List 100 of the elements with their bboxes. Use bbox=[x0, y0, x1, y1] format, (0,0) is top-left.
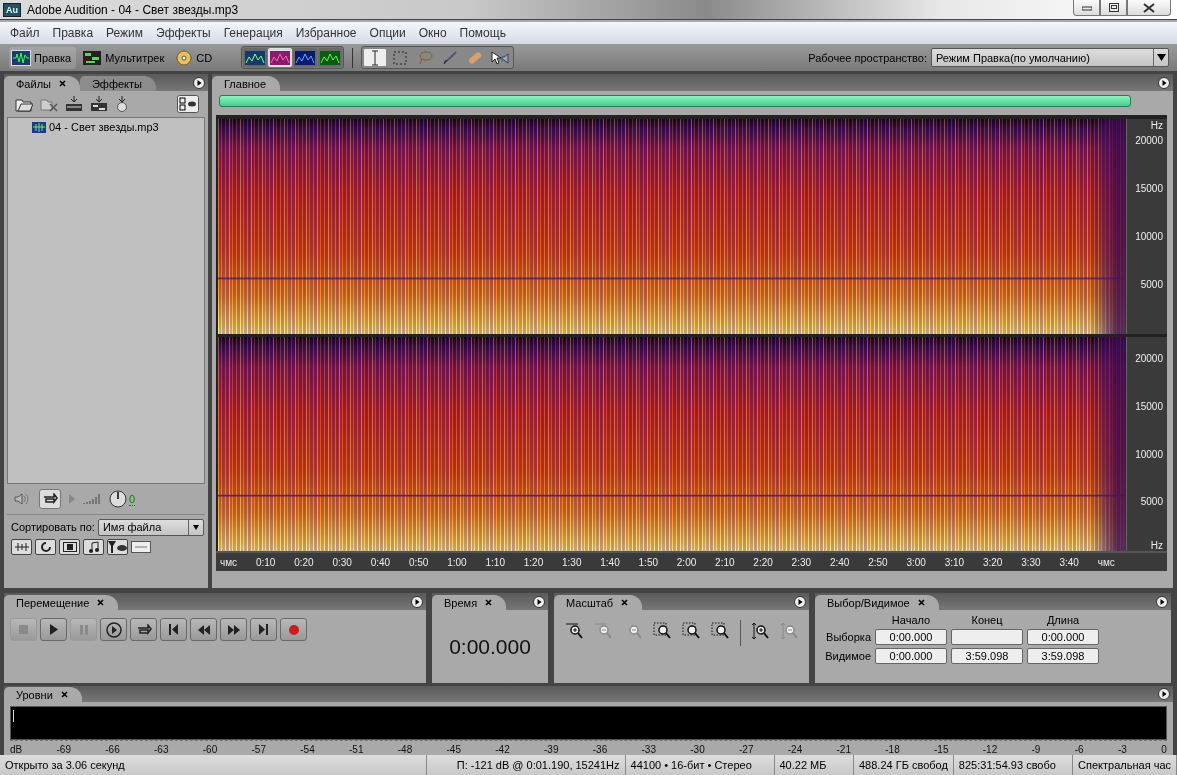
spectrum-icon bbox=[320, 50, 341, 65]
time-field[interactable] bbox=[951, 629, 1023, 645]
view-button[interactable] bbox=[268, 48, 293, 67]
time-field[interactable]: 3:59.098 bbox=[1027, 648, 1099, 664]
transport-button[interactable] bbox=[130, 618, 157, 641]
loop-button[interactable] bbox=[39, 489, 61, 509]
speaker-icon[interactable] bbox=[13, 492, 31, 506]
scale-label: -12 bbox=[982, 744, 998, 755]
scale-label: -36 bbox=[592, 744, 608, 755]
close-button[interactable] bbox=[1127, 0, 1171, 16]
filter-button[interactable] bbox=[35, 539, 56, 555]
loop-icon bbox=[135, 623, 152, 636]
scale-label: -60 bbox=[202, 744, 218, 755]
mode-button[interactable]: Мультитрек bbox=[80, 46, 170, 69]
mode-button[interactable]: Правка bbox=[9, 46, 77, 69]
mode-button[interactable]: CD bbox=[173, 46, 218, 69]
menu-item[interactable]: Опции bbox=[363, 26, 413, 40]
filter-button[interactable] bbox=[59, 539, 80, 555]
waveform-icon bbox=[12, 50, 30, 65]
ruler-label: 0:20 bbox=[294, 556, 314, 568]
time-field[interactable]: 0:00.000 bbox=[875, 648, 947, 664]
panel-tab[interactable]: Файлы bbox=[4, 76, 80, 91]
panel-menu-icon[interactable] bbox=[1158, 688, 1170, 700]
axis-label: 5000 bbox=[1140, 495, 1163, 507]
panel-menu-icon[interactable] bbox=[193, 76, 205, 89]
transport-button[interactable] bbox=[250, 618, 277, 641]
panel-menu-icon[interactable] bbox=[794, 595, 806, 608]
zoom-button[interactable] bbox=[749, 620, 770, 642]
minimize-button[interactable] bbox=[1073, 0, 1100, 16]
scale-label: -15 bbox=[934, 744, 949, 755]
time-field[interactable]: 0:00.000 bbox=[875, 629, 947, 645]
time-field[interactable]: 3:59.098 bbox=[951, 648, 1023, 664]
panel-menu-icon[interactable] bbox=[533, 595, 545, 608]
menu-item[interactable]: Помощь bbox=[453, 26, 513, 40]
transport-button[interactable] bbox=[220, 618, 247, 641]
insert-multitrack-icon[interactable] bbox=[90, 96, 108, 112]
panel-tab[interactable]: Уровни bbox=[4, 687, 82, 702]
record-icon bbox=[288, 624, 299, 635]
axis-label: 10000 bbox=[1135, 448, 1163, 460]
menu-item[interactable]: Правка bbox=[46, 26, 101, 40]
transport-button[interactable] bbox=[100, 618, 127, 641]
panel-tab[interactable]: Выбор/Видимое bbox=[815, 595, 939, 610]
view-button[interactable] bbox=[318, 48, 343, 67]
filter-button[interactable] bbox=[107, 539, 128, 555]
spectrogram-picture[interactable] bbox=[218, 336, 1126, 551]
menu-item[interactable]: Избранное bbox=[289, 26, 364, 40]
zoom-selection-icon bbox=[652, 622, 671, 640]
pause-icon bbox=[79, 624, 88, 635]
axis-label: 10000 bbox=[1135, 230, 1163, 242]
panel-tab[interactable]: Перемещение bbox=[4, 595, 119, 610]
film-icon bbox=[62, 542, 77, 552]
scale-label: 0 bbox=[1161, 744, 1167, 755]
editor-tab[interactable]: Главное bbox=[212, 76, 281, 91]
filter-eye-icon bbox=[107, 541, 128, 553]
ruler-label: 3:10 bbox=[944, 556, 965, 568]
view-button[interactable] bbox=[293, 48, 318, 67]
panel-menu-icon[interactable] bbox=[411, 595, 423, 608]
spectrogram-picture[interactable] bbox=[218, 119, 1126, 334]
transport-button[interactable] bbox=[190, 618, 217, 641]
scale-label: -66 bbox=[105, 744, 120, 755]
scale-label: -33 bbox=[641, 744, 656, 755]
menu-item[interactable]: Окно bbox=[412, 26, 454, 40]
volume-knob-icon[interactable] bbox=[109, 490, 127, 508]
ruler-label: чмс bbox=[220, 556, 238, 568]
vertical-zoom-out-icon bbox=[779, 622, 798, 640]
insert-waveform-icon[interactable] bbox=[65, 96, 83, 112]
waveform-icon bbox=[14, 542, 29, 552]
maximize-button[interactable] bbox=[1100, 0, 1127, 16]
menu-item[interactable]: Файл bbox=[4, 26, 47, 40]
panel-menu-icon[interactable] bbox=[1158, 76, 1170, 89]
skip-back-icon bbox=[169, 624, 178, 635]
overview-bar[interactable] bbox=[219, 95, 1131, 107]
panel-tab[interactable]: Время bbox=[432, 595, 507, 610]
time-field[interactable]: 0:00.000 bbox=[1027, 629, 1099, 645]
status-text: 44100 • 16-бит • Стерео bbox=[625, 755, 775, 775]
scale-label: -57 bbox=[251, 744, 266, 755]
close-file-icon[interactable] bbox=[40, 96, 58, 112]
panel-tab[interactable]: Масштаб bbox=[554, 595, 643, 610]
sort-dropdown[interactable]: Имя файла bbox=[97, 518, 204, 536]
scale-label: -45 bbox=[446, 744, 461, 755]
filter-button[interactable] bbox=[11, 539, 32, 555]
time-display: 0:00.000 bbox=[449, 634, 531, 659]
menu-item[interactable]: Эффекты bbox=[150, 26, 218, 40]
panel-tab[interactable]: Эффекты bbox=[79, 76, 156, 91]
show-options-icon[interactable] bbox=[177, 95, 199, 113]
menu-item[interactable]: Режим bbox=[100, 26, 151, 40]
transport-button[interactable] bbox=[40, 618, 67, 641]
axis-label: 20000 bbox=[1135, 134, 1163, 146]
workspace-dropdown[interactable]: Режим Правка(по умолчанию) bbox=[931, 48, 1169, 67]
panel-menu-icon[interactable] bbox=[1156, 595, 1168, 608]
folder-path-icon[interactable] bbox=[131, 541, 151, 553]
file-item[interactable]: 04 - Свет звезды.mp3 bbox=[8, 121, 204, 133]
open-folder-icon[interactable] bbox=[15, 96, 33, 112]
dropdown-arrow-icon bbox=[192, 524, 199, 530]
menu-item[interactable]: Генерация bbox=[217, 26, 290, 40]
filter-button[interactable] bbox=[83, 539, 104, 555]
view-button[interactable] bbox=[243, 48, 268, 67]
time-ruler[interactable]: чмс 0:10 0:20 0:30 0:40 0:50 1:00 1:10 1:20 1:30 1:40 1:50 2:00 2:10 2:20 2:30 2:40 2:50 3:00 3:10 3:20 3:30 3:40 чмс bbox=[216, 551, 1167, 571]
insert-cd-icon[interactable] bbox=[115, 96, 129, 112]
transport-button[interactable] bbox=[160, 618, 187, 641]
